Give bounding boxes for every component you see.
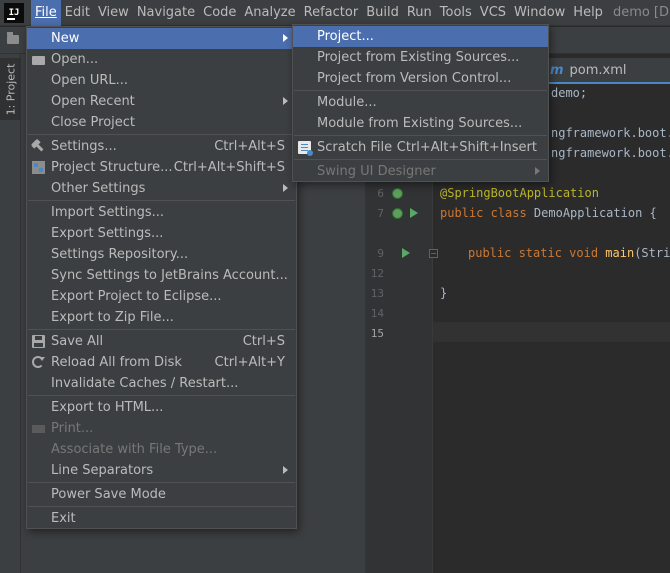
menu-item-line-separators[interactable]: Line Separators (27, 460, 296, 481)
menu-separator (28, 134, 295, 135)
project-structure-icon (32, 161, 45, 174)
new-submenu: Project... Project from Existing Sources… (292, 24, 549, 182)
menu-item-swing-ui-designer[interactable]: Swing UI Designer (293, 161, 548, 182)
menu-refactor[interactable]: Refactor (300, 0, 363, 26)
menu-item-power-save-mode[interactable]: Power Save Mode (27, 484, 296, 505)
menu-separator (28, 329, 295, 330)
folder-open-icon (32, 56, 45, 65)
project-tab-label: 1: Project (4, 63, 17, 115)
code-line-3: ngframework.boot.a (551, 146, 670, 160)
menu-item-export-html[interactable]: Export to HTML... (27, 397, 296, 418)
menu-navigate[interactable]: Navigate (133, 0, 199, 26)
code-line-9: public static void main(Strin (468, 246, 670, 260)
menu-item-open[interactable]: Open... (27, 49, 296, 70)
line-number: 14 (370, 307, 384, 320)
menu-separator (294, 135, 547, 136)
line-number: 9 (377, 247, 384, 260)
menu-code[interactable]: Code (199, 0, 240, 26)
menu-separator (294, 90, 547, 91)
editor-tab-pom[interactable]: m pom.xml (548, 58, 670, 84)
submenu-arrow-icon (283, 34, 288, 42)
menu-item-settings[interactable]: Settings... Ctrl+Alt+S (27, 136, 296, 157)
menu-separator (294, 159, 547, 160)
menu-item-project-version-control[interactable]: Project from Version Control... (293, 68, 548, 89)
menu-item-export-zip[interactable]: Export to Zip File... (27, 307, 296, 328)
spring-bean-icon[interactable] (392, 188, 403, 199)
fold-icon[interactable] (429, 249, 438, 258)
menu-item-import-settings[interactable]: Import Settings... (27, 202, 296, 223)
menu-separator (28, 506, 295, 507)
code-line-2: ngframework.boot.S (551, 126, 670, 140)
menu-analyze[interactable]: Analyze (240, 0, 299, 26)
spring-bean-icon[interactable] (392, 208, 403, 219)
line-number: 13 (370, 287, 384, 300)
menu-item-sync-settings[interactable]: Sync Settings to JetBrains Account... (27, 265, 296, 286)
menu-item-open-recent[interactable]: Open Recent (27, 91, 296, 112)
menu-item-project-structure[interactable]: Project Structure... Ctrl+Alt+Shift+S (27, 157, 296, 178)
menu-item-module-existing-sources[interactable]: Module from Existing Sources... (293, 113, 548, 134)
menu-build[interactable]: Build (362, 0, 403, 26)
menu-separator (28, 482, 295, 483)
code-line-7: public class DemoApplication { (440, 206, 657, 220)
submenu-arrow-icon (283, 97, 288, 105)
menu-item-settings-repository[interactable]: Settings Repository... (27, 244, 296, 265)
menu-file[interactable]: File (31, 0, 61, 26)
menu-item-associate-file-type[interactable]: Associate with File Type... (27, 439, 296, 460)
menu-window[interactable]: Window (510, 0, 569, 26)
menu-item-open-url[interactable]: Open URL... (27, 70, 296, 91)
line-number: 7 (377, 207, 384, 220)
save-icon (32, 335, 45, 348)
project-tool-tab[interactable]: 1: Project (0, 58, 21, 120)
intellij-logo-icon: IJ (4, 2, 24, 23)
menu-item-scratch-file[interactable]: Scratch File Ctrl+Alt+Shift+Insert (293, 137, 548, 158)
submenu-arrow-icon (283, 184, 288, 192)
menu-item-new-module[interactable]: Module... (293, 92, 548, 113)
editor-tab-label: pom.xml (569, 62, 627, 78)
scratch-file-icon (298, 141, 313, 156)
folder-icon[interactable] (7, 32, 19, 44)
menu-item-project-existing-sources[interactable]: Project from Existing Sources... (293, 47, 548, 68)
menu-item-print[interactable]: Print... (27, 418, 296, 439)
menu-separator (28, 395, 295, 396)
menu-separator (28, 200, 295, 201)
maven-icon: m (550, 62, 564, 78)
line-number: 15 (370, 327, 384, 340)
menu-bar: IJ File Edit View Navigate Code Analyze … (0, 0, 670, 26)
menu-view[interactable]: View (94, 0, 133, 26)
caret-line-highlight (433, 322, 670, 342)
code-line-13: } (440, 286, 448, 300)
menu-vcs[interactable]: VCS (476, 0, 510, 26)
menu-item-invalidate-caches[interactable]: Invalidate Caches / Restart... (27, 373, 296, 394)
wrench-icon (29, 137, 47, 155)
window-title: demo [D (612, 5, 670, 20)
menu-item-exit[interactable]: Exit (27, 508, 296, 529)
submenu-arrow-icon (535, 167, 540, 175)
menu-run[interactable]: Run (403, 0, 436, 26)
reload-icon (32, 356, 45, 368)
menu-item-new-project[interactable]: Project... (293, 26, 548, 47)
menu-help[interactable]: Help (569, 0, 607, 26)
left-tool-strip (0, 54, 21, 573)
submenu-arrow-icon (283, 466, 288, 474)
code-line-1: demo; (551, 86, 588, 100)
file-menu: New Open... Open URL... Open Recent Clos… (26, 26, 297, 529)
menu-item-reload-all[interactable]: Reload All from Disk Ctrl+Alt+Y (27, 352, 296, 373)
menu-item-other-settings[interactable]: Other Settings (27, 178, 296, 199)
code-line-6: @SpringBootApplication (440, 186, 599, 200)
menu-item-save-all[interactable]: Save All Ctrl+S (27, 331, 296, 352)
menu-item-close-project[interactable]: Close Project (27, 112, 296, 133)
run-icon[interactable] (402, 248, 410, 258)
line-number: 12 (370, 267, 384, 280)
menu-tools[interactable]: Tools (436, 0, 476, 26)
menu-edit[interactable]: Edit (61, 0, 94, 26)
menu-item-export-settings[interactable]: Export Settings... (27, 223, 296, 244)
line-number: 6 (377, 187, 384, 200)
run-icon[interactable] (410, 208, 418, 218)
menu-item-new[interactable]: New (27, 28, 296, 49)
menu-item-export-eclipse[interactable]: Export Project to Eclipse... (27, 286, 296, 307)
print-icon (32, 425, 45, 433)
